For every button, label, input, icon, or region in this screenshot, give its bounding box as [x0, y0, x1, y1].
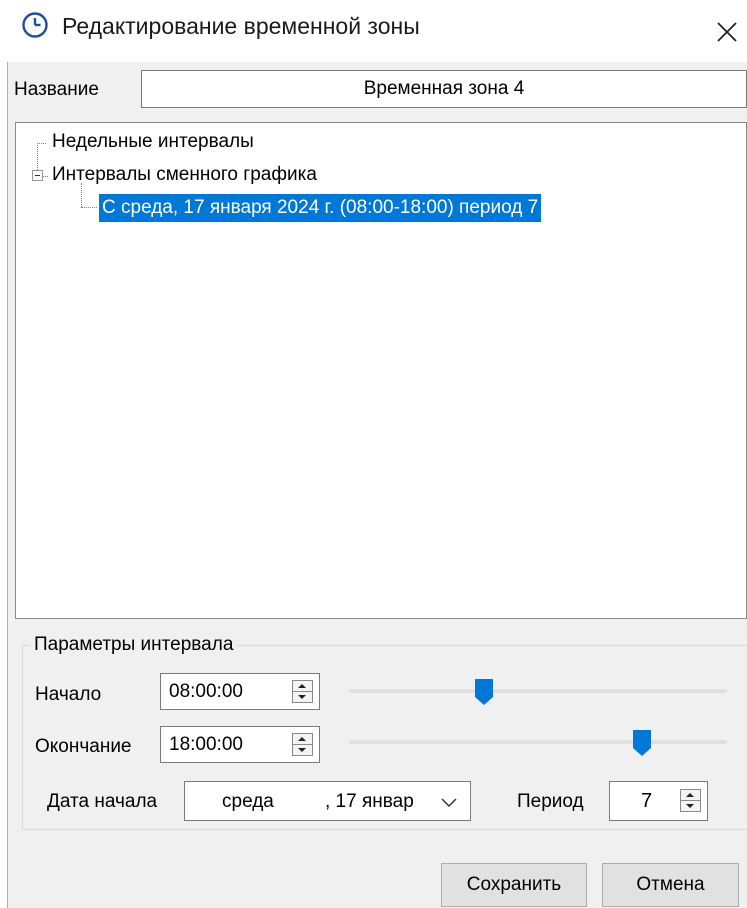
start-label: Начало — [35, 684, 102, 705]
spin-down-icon[interactable] — [681, 801, 700, 811]
collapse-icon[interactable] — [32, 170, 43, 181]
start-date-picker[interactable]: среда , 17 январ — [184, 781, 471, 821]
end-slider-thumb[interactable] — [632, 729, 652, 757]
interval-tree[interactable]: Недельные интервалы Интервалы сменного г… — [15, 122, 747, 619]
spin-up-icon[interactable] — [293, 734, 312, 745]
start-time-input[interactable]: 08:00:00 — [160, 673, 320, 710]
end-slider-track[interactable] — [349, 740, 727, 744]
spin-up-icon[interactable] — [293, 681, 312, 692]
spin-down-icon[interactable] — [293, 692, 312, 702]
period-spinner[interactable] — [680, 789, 701, 812]
end-label: Окончание — [35, 736, 132, 757]
chevron-down-icon[interactable] — [440, 796, 458, 808]
end-time-value: 18:00:00 — [169, 734, 243, 755]
start-time-value: 08:00:00 — [169, 681, 243, 702]
window-title: Редактирование временной зоны — [62, 13, 420, 39]
start-date-label: Дата начала — [47, 791, 158, 812]
tree-node-shift-intervals[interactable]: Интервалы сменного графика — [52, 161, 317, 189]
save-button[interactable]: Сохранить — [441, 863, 587, 907]
start-slider-track[interactable] — [349, 689, 727, 693]
tree-node-weekly-intervals[interactable]: Недельные интервалы — [52, 128, 254, 156]
start-time-spinner[interactable] — [292, 680, 313, 703]
tree-connector — [43, 176, 48, 177]
title-bar: Редактирование временной зоны — [0, 0, 747, 62]
end-time-input[interactable]: 18:00:00 — [160, 726, 320, 763]
cancel-button[interactable]: Отмена — [602, 863, 739, 907]
start-date-weekday[interactable]: среда — [222, 791, 274, 813]
start-slider-thumb[interactable] — [474, 678, 494, 706]
period-input[interactable]: 7 — [609, 781, 708, 821]
tree-connector — [81, 207, 97, 208]
interval-params-title: Параметры интервала — [30, 634, 238, 656]
spin-up-icon[interactable] — [681, 790, 700, 801]
name-input[interactable] — [141, 70, 747, 108]
end-time-spinner[interactable] — [292, 733, 313, 756]
period-value: 7 — [641, 790, 653, 812]
spin-down-icon[interactable] — [293, 745, 312, 755]
start-date-day-month[interactable]: , 17 январ — [325, 791, 414, 813]
close-icon[interactable] — [703, 6, 747, 50]
tree-connector — [37, 143, 46, 144]
period-label: Период — [517, 791, 584, 812]
name-label: Название — [14, 79, 99, 100]
clock-icon — [22, 12, 48, 38]
tree-node-interval-entry[interactable]: С среда, 17 января 2024 г. (08:00-18:00)… — [99, 194, 542, 222]
